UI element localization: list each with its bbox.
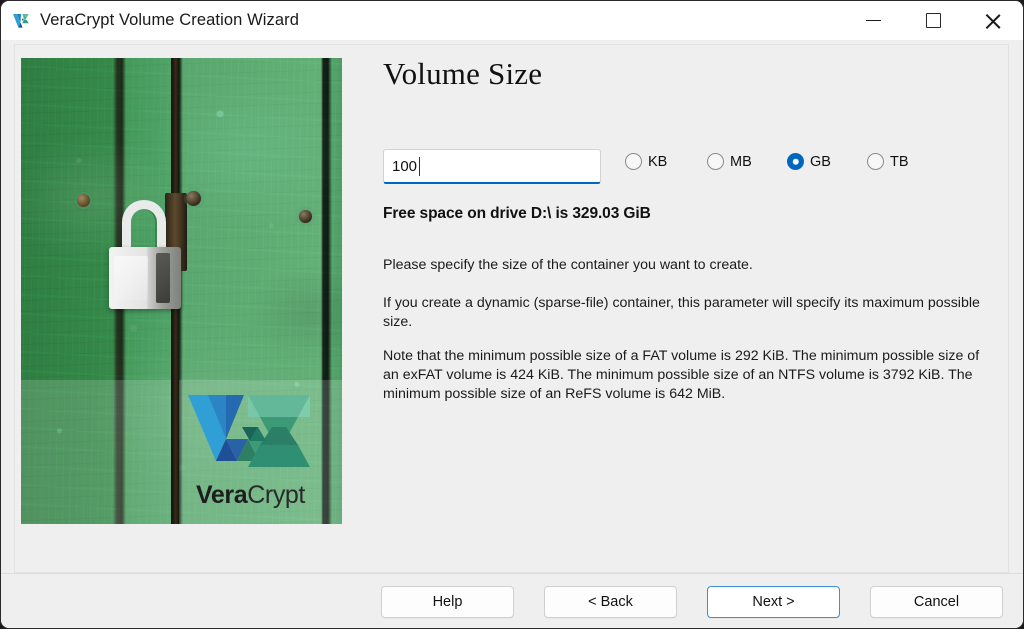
close-icon: [985, 12, 1002, 29]
unit-label: GB: [810, 153, 831, 170]
wizard-banner-image: VeraCrypt: [21, 58, 342, 524]
padlock-icon: [109, 200, 185, 320]
veracrypt-mark-icon: [186, 393, 312, 471]
unit-label: TB: [890, 153, 909, 170]
title-bar: VeraCrypt Volume Creation Wizard: [1, 1, 1023, 41]
unit-radio-kb[interactable]: KB: [625, 153, 667, 170]
minimize-button[interactable]: [843, 1, 903, 40]
unit-radio-mb[interactable]: MB: [707, 153, 752, 170]
description-paragraph-2: If you create a dynamic (sparse-file) co…: [383, 295, 980, 330]
padlock-body: [109, 247, 181, 309]
unit-label: KB: [648, 153, 668, 170]
description-paragraph-3: Note that the minimum possible size of a…: [383, 348, 980, 402]
back-button[interactable]: < Back: [544, 586, 677, 618]
radio-circle-icon: [707, 153, 724, 170]
radio-circle-icon: [625, 153, 642, 170]
maximize-icon: [925, 13, 941, 28]
window-controls: [843, 1, 1023, 40]
window-title: VeraCrypt Volume Creation Wizard: [40, 11, 300, 29]
unit-label: MB: [730, 153, 752, 170]
page-title: Volume Size: [383, 56, 543, 91]
radio-selected-icon: [787, 153, 804, 170]
door-screw: [299, 210, 312, 223]
wizard-content-pane: Volume Size KB MB: [371, 45, 1021, 574]
help-button[interactable]: Help: [381, 586, 514, 618]
unit-radio-gb[interactable]: GB: [787, 153, 831, 170]
veracrypt-wizard-window: VeraCrypt Volume Creation Wizard VeraCry…: [0, 0, 1024, 629]
volume-size-row: KB MB GB TB: [383, 149, 1013, 189]
brand-light: Crypt: [247, 481, 305, 509]
text-caret: [419, 157, 421, 176]
unit-radio-group: KB MB GB TB: [625, 153, 1015, 183]
content-panel: VeraCrypt Volume Size KB: [14, 44, 1009, 573]
brand-bold: Vera: [196, 481, 248, 509]
door-screw: [77, 194, 90, 207]
maximize-button[interactable]: [903, 1, 963, 40]
free-space-text: Free space on drive D:\ is 329.03 GiB: [383, 205, 651, 222]
volume-size-input[interactable]: [383, 149, 601, 184]
cancel-button[interactable]: Cancel: [870, 586, 1003, 618]
veracrypt-logo-icon: [12, 12, 30, 30]
description-paragraph-1: Please specify the size of the container…: [383, 257, 753, 273]
wizard-button-bar: Help < Back Next > Cancel: [1, 586, 1023, 628]
radio-circle-icon: [867, 153, 884, 170]
next-button[interactable]: Next >: [707, 586, 840, 618]
veracrypt-brand-logo: VeraCrypt: [173, 393, 328, 508]
window-body: VeraCrypt Volume Size KB: [1, 40, 1023, 628]
close-button[interactable]: [963, 1, 1023, 40]
footer-divider: [1, 573, 1023, 574]
veracrypt-wordmark: VeraCrypt: [173, 483, 328, 508]
unit-radio-tb[interactable]: TB: [867, 153, 909, 170]
minimize-icon: [865, 19, 881, 22]
door-screw: [186, 191, 201, 206]
